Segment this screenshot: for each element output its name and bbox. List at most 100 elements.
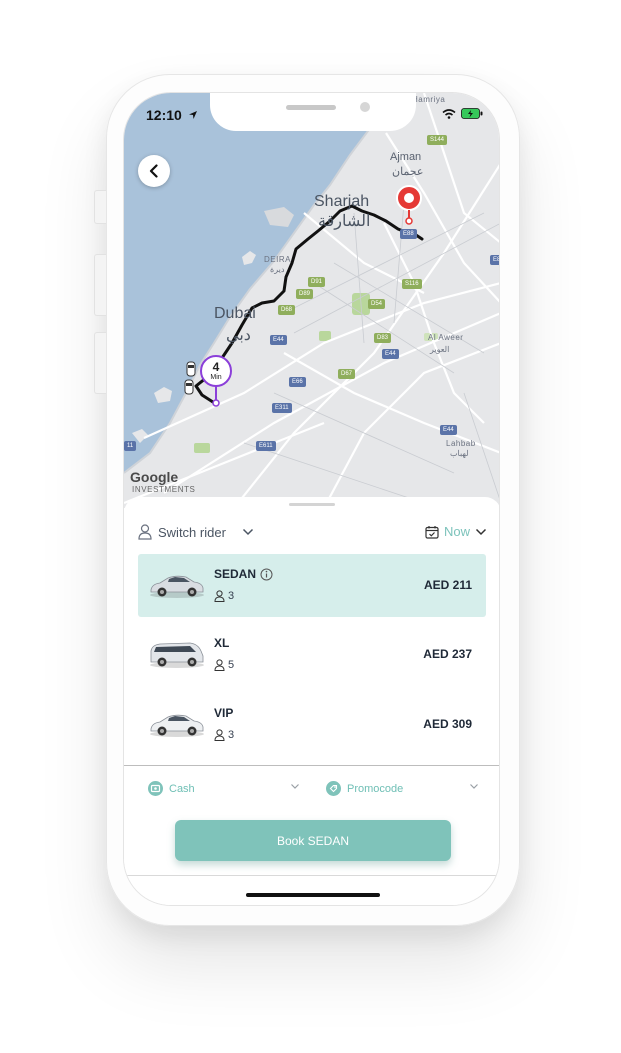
road-shield: E88 xyxy=(400,229,417,239)
road-shield: E611 xyxy=(256,441,276,451)
chevron-down-icon[interactable] xyxy=(469,783,479,790)
ride-name-text: SEDAN xyxy=(214,567,257,581)
map-label-alaweer-ar: العوير xyxy=(430,345,450,354)
road-shield: E311 xyxy=(272,403,292,413)
status-icons xyxy=(442,108,483,119)
map-label-deira: DEIRA xyxy=(264,255,291,264)
road-shield: 11 xyxy=(124,441,137,451)
nearby-cars-icon xyxy=(184,361,196,395)
eta-value: 4 xyxy=(212,360,220,374)
road-shield: S144 xyxy=(427,135,448,145)
ride-selection-sheet: Switch rider Now SEDAN 3 AED 211 XL 5 AE… xyxy=(124,497,499,905)
ride-option-vip[interactable]: VIP 3 AED 309 xyxy=(138,693,486,756)
calendar-check-icon xyxy=(425,525,439,539)
destination-pin-icon[interactable] xyxy=(396,185,422,225)
road-shield: S116 xyxy=(402,279,422,289)
ride-seats: 3 xyxy=(214,590,234,602)
ride-name: SEDAN xyxy=(214,567,273,581)
info-icon[interactable] xyxy=(260,568,273,581)
road-shield: D67 xyxy=(338,369,356,379)
volume-up-button xyxy=(94,254,106,316)
map-label-sharjah: Sharjah xyxy=(314,193,370,210)
road-shield: D54 xyxy=(368,299,386,309)
van-car-image xyxy=(150,642,204,668)
map-label-dubai: Dubai xyxy=(214,305,256,322)
chevron-left-icon xyxy=(149,164,158,178)
location-arrow-icon xyxy=(188,111,197,119)
road-shield: E44 xyxy=(440,425,457,435)
switch-rider-label: Switch rider xyxy=(158,524,226,540)
google-logo: Google xyxy=(130,469,179,485)
map-label-hamriya: Hamriya xyxy=(412,95,446,104)
payment-method-dropdown[interactable]: Cash xyxy=(148,781,195,796)
notch xyxy=(210,93,416,131)
status-time-text: 12:10 xyxy=(146,107,182,123)
passenger-icon xyxy=(214,659,225,671)
road-shield: D68 xyxy=(278,305,296,315)
map-label-deira-ar: ديرة xyxy=(270,265,285,274)
schedule-label: Now xyxy=(443,524,470,539)
ride-seats: 3 xyxy=(214,729,234,741)
ride-name: VIP xyxy=(214,706,233,720)
ride-option-sedan[interactable]: SEDAN 3 AED 211 xyxy=(138,554,486,617)
promocode-label: Promocode xyxy=(347,782,404,795)
map-label-dubai-ar: دبي xyxy=(226,327,251,344)
volume-down-button xyxy=(94,332,106,394)
phone-screen: S144 E88 E8 D91 D89 S116 D68 D54 E44 D83… xyxy=(123,92,500,906)
ride-price: AED 237 xyxy=(423,647,472,661)
ride-name-text: XL xyxy=(214,636,230,650)
map-label-lahbab: Lahbab xyxy=(446,439,476,448)
back-button[interactable] xyxy=(138,155,170,187)
speaker xyxy=(286,105,336,110)
divider xyxy=(124,765,499,766)
wifi-icon xyxy=(442,108,456,119)
passenger-icon xyxy=(214,729,225,741)
switch-rider-dropdown[interactable]: Switch rider xyxy=(138,524,254,540)
cash-icon xyxy=(148,781,163,796)
mute-switch xyxy=(94,190,106,224)
battery-charging-icon xyxy=(461,108,483,119)
road-shield: E44 xyxy=(270,335,287,345)
ride-price: AED 309 xyxy=(423,717,472,731)
road-shield: E44 xyxy=(382,349,399,359)
ride-seats-count: 3 xyxy=(228,590,235,602)
road-shield: D89 xyxy=(296,289,314,299)
road-shield: E66 xyxy=(289,377,306,387)
map-label-lahbab-ar: لهباب xyxy=(450,449,469,458)
ride-name: XL xyxy=(214,636,229,650)
sheet-drag-handle[interactable] xyxy=(289,503,335,506)
ride-option-xl[interactable]: XL 5 AED 237 xyxy=(138,623,486,686)
map-label-investments: INVESTMENTS xyxy=(132,485,196,494)
chevron-down-icon xyxy=(242,528,253,536)
ride-seats: 5 xyxy=(214,659,234,671)
ride-price: AED 211 xyxy=(423,578,472,592)
map-label-ajman: Ajman xyxy=(390,151,422,163)
map-label-alaweer: Al Aweer xyxy=(428,333,464,342)
schedule-dropdown[interactable]: Now xyxy=(425,524,487,539)
road-shield: D91 xyxy=(308,277,326,287)
road-shield: E8 xyxy=(490,255,499,265)
book-ride-button[interactable]: Book SEDAN xyxy=(175,820,451,861)
home-indicator[interactable] xyxy=(246,893,380,897)
sedan-car-image xyxy=(150,575,204,598)
eta-unit: Min xyxy=(210,374,222,381)
vip-car-image xyxy=(150,714,204,737)
user-icon xyxy=(138,524,152,540)
passenger-icon xyxy=(214,590,225,602)
map-label-ajman-ar: عجمان xyxy=(392,166,424,178)
status-time: 12:10 xyxy=(146,107,198,123)
ride-seats-count: 3 xyxy=(228,729,235,741)
map-canvas[interactable] xyxy=(124,93,500,509)
payment-method-label: Cash xyxy=(169,782,195,795)
map-label-sharjah-ar: الشارقة xyxy=(318,213,371,230)
map-view[interactable]: S144 E88 E8 D91 D89 S116 D68 D54 E44 D83… xyxy=(124,93,500,509)
bottom-separator xyxy=(124,875,499,876)
ride-seats-count: 5 xyxy=(228,659,235,671)
book-ride-button-label: Book SEDAN xyxy=(276,833,350,848)
promo-tag-icon xyxy=(326,781,341,796)
chevron-down-icon xyxy=(475,528,487,535)
promocode-dropdown[interactable]: Promocode xyxy=(326,781,403,796)
chevron-down-icon[interactable] xyxy=(290,783,300,790)
front-camera xyxy=(360,102,370,112)
eta-bubble: 4 Min xyxy=(200,355,232,387)
